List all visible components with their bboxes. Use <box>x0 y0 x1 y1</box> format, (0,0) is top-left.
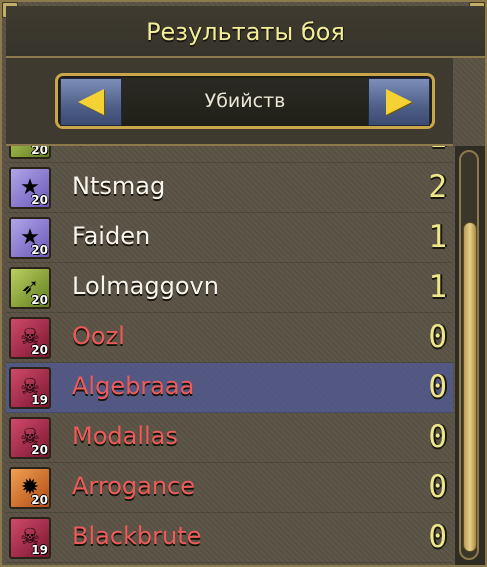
player-kills: 1 <box>428 219 447 255</box>
header: Результаты боя <box>6 6 485 58</box>
stat-selector: Убийств <box>55 73 435 129</box>
player-name: Lolmaggovn <box>72 272 219 300</box>
player-level: 20 <box>31 293 48 307</box>
player-kills: 0 <box>428 319 447 355</box>
player-kills: 0 <box>428 369 447 405</box>
page-title: Результаты боя <box>146 18 345 46</box>
row-divider <box>6 562 453 563</box>
player-avatar: ➶20 <box>9 146 51 159</box>
arrow-left-icon <box>78 89 104 115</box>
player-level: 19 <box>31 543 48 557</box>
player-avatar: ☠ 20 <box>9 417 51 459</box>
player-level: 20 <box>31 193 48 207</box>
player-kills: 0 <box>428 519 447 555</box>
player-avatar: ☠ 19 <box>9 517 51 559</box>
player-name: Oozl <box>72 322 125 350</box>
player-row[interactable]: ☠ 20 Oozl 0 <box>6 313 453 363</box>
player-kills: 1 <box>428 269 447 305</box>
player-level: 20 <box>31 146 48 157</box>
player-level: 20 <box>31 443 48 457</box>
player-row[interactable]: ★ 20 Faiden 1 <box>6 213 453 263</box>
player-level: 20 <box>31 243 48 257</box>
player-avatar: ✹ 20 <box>9 467 51 509</box>
scrollbar-track[interactable] <box>459 150 479 560</box>
arrow-right-icon <box>386 89 412 115</box>
player-row[interactable]: ☠ 19 Algebraaa 0 <box>6 363 453 413</box>
player-level: 19 <box>31 393 48 407</box>
stat-selector-panel: Убийств <box>6 58 453 146</box>
player-avatar: ➶20 <box>9 267 51 309</box>
player-list[interactable]: ➶20 Umoxan 1 ★20 Ntsmag 2 ★20 Faiden 1 ➶20 Lolmagg… <box>6 146 453 565</box>
scrollbar[interactable] <box>455 146 485 565</box>
stat-selector-label: Убийств <box>122 78 368 124</box>
player-name: Umoxan <box>72 146 171 150</box>
scrollbar-thumb[interactable] <box>463 222 477 552</box>
player-row[interactable]: ➶ 20 Lolmaggovn 1 <box>6 263 453 313</box>
player-avatar: ★ 20 <box>9 167 51 209</box>
player-name: Ntsmag <box>72 172 166 200</box>
player-row[interactable]: ★ 20 Ntsmag 2 <box>6 163 453 213</box>
player-row[interactable]: ☠ 19 Blackbrute 0 <box>6 513 453 563</box>
next-stat-button[interactable] <box>368 78 430 126</box>
battle-results-window: Результаты боя Убийств ➶20 Umoxan 1 ★20 Ntsm… <box>0 0 487 567</box>
player-name: Modallas <box>72 422 178 450</box>
player-level: 20 <box>31 343 48 357</box>
player-avatar: ☠ 20 <box>9 317 51 359</box>
player-avatar: ☠ 19 <box>9 367 51 409</box>
player-row[interactable]: ✹ 20 Arrogance 0 <box>6 463 453 513</box>
prev-stat-button[interactable] <box>60 78 122 126</box>
player-kills: 0 <box>428 419 447 455</box>
player-kills: 1 <box>428 146 447 155</box>
player-level: 20 <box>31 493 48 507</box>
player-row[interactable]: ☠ 20 Modallas 0 <box>6 413 453 463</box>
player-name: Faiden <box>72 222 151 250</box>
player-name: Blackbrute <box>72 522 202 550</box>
player-name: Algebraaa <box>72 372 195 400</box>
player-name: Arrogance <box>72 472 195 500</box>
player-row[interactable]: ➶20 Umoxan 1 <box>6 146 453 163</box>
player-kills: 2 <box>428 169 447 205</box>
player-avatar: ★ 20 <box>9 217 51 259</box>
player-kills: 0 <box>428 469 447 505</box>
